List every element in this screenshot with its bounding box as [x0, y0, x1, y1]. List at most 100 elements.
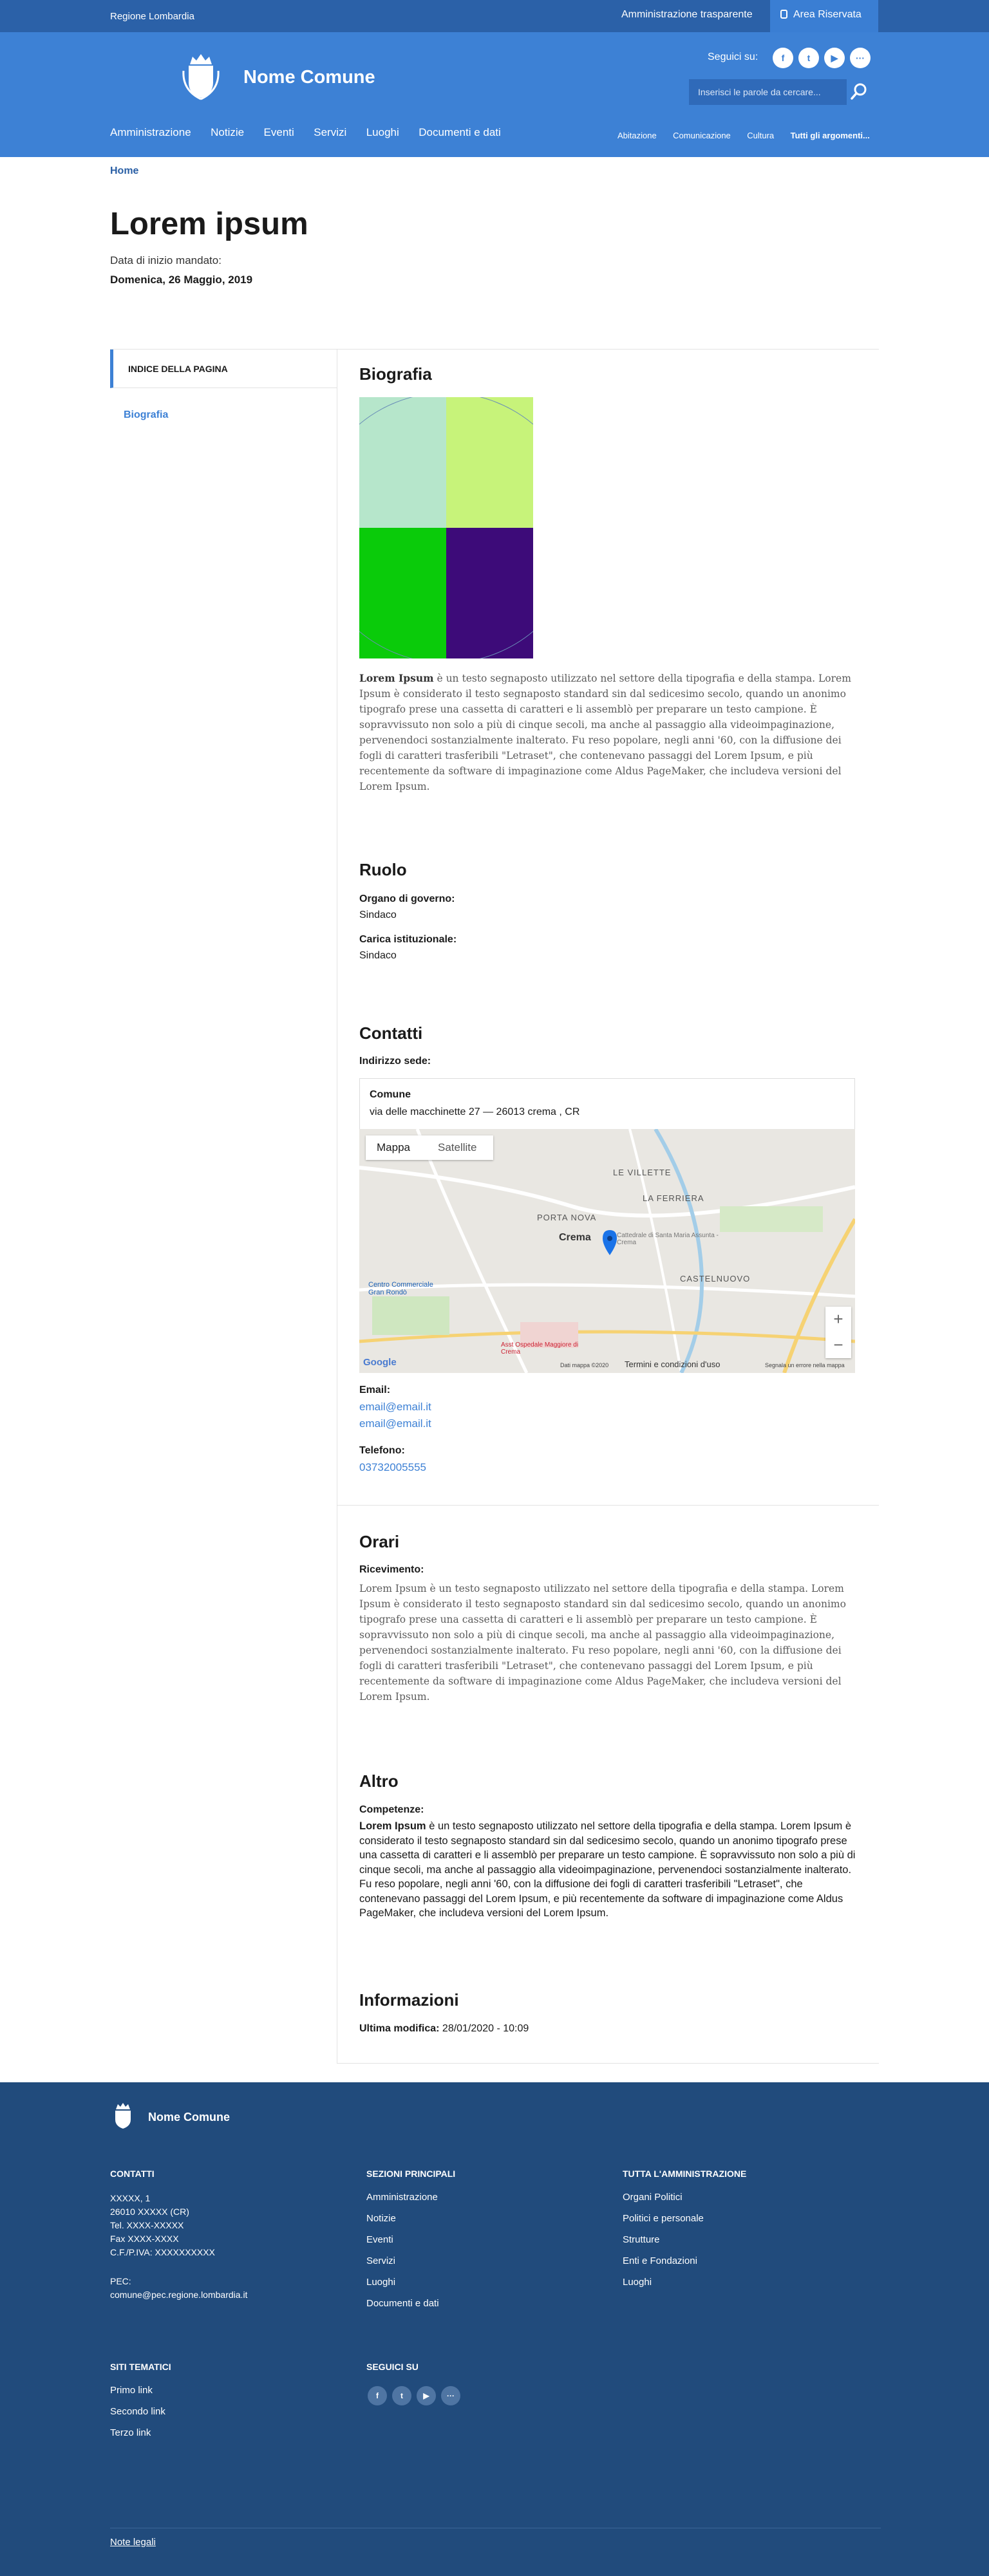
footer-contact-line-2: 26010 XXXXX (CR)	[110, 2207, 189, 2217]
footer-link-secondo[interactable]: Secondo link	[110, 2406, 165, 2417]
map-attribution: Dati mappa ©2020	[560, 1362, 609, 1368]
reception-label: Ricevimento:	[359, 1564, 424, 1575]
section-heading-biografia: Biografia	[359, 364, 432, 384]
footer-link-documenti[interactable]: Documenti e dati	[366, 2298, 439, 2309]
biography-text-body: è un testo segnaposto utilizzato nel set…	[359, 673, 851, 792]
skills-text-bold: Lorem Ipsum	[359, 1820, 426, 1832]
main-nav: Amministrazione Notizie Eventi Servizi L…	[110, 126, 518, 139]
phone-link[interactable]: 03732005555	[359, 1461, 426, 1474]
footer-link-politici-personale[interactable]: Politici e personale	[623, 2213, 704, 2224]
skills-text-body: è un testo segnaposto utilizzato nel set…	[359, 1820, 856, 1919]
topic-cultura[interactable]: Cultura	[747, 131, 774, 140]
location-map[interactable]: Mappa Satellite LE VILLETTE LA FERRIERA …	[359, 1129, 855, 1373]
section-divider	[337, 1505, 879, 1506]
map-canvas	[359, 1129, 855, 1373]
more-icon[interactable]: ···	[441, 2386, 460, 2405]
youtube-icon[interactable]: ▶	[417, 2386, 436, 2405]
footer-link-notizie[interactable]: Notizie	[366, 2213, 396, 2224]
nav-item-luoghi[interactable]: Luoghi	[366, 126, 399, 138]
legal-notes-link[interactable]: Note legali	[110, 2537, 156, 2548]
site-header: Nome Comune Seguici su: f t ▶ ··· Inseri…	[0, 32, 989, 157]
footer-heading-amministrazione: TUTTA L'AMMINISTRAZIONE	[623, 2169, 747, 2179]
footer-heading-contatti: CONTATTI	[110, 2169, 155, 2179]
map-zoom-controls: + −	[825, 1307, 851, 1358]
nav-item-amministrazione[interactable]: Amministrazione	[110, 126, 191, 138]
map-label-villette: LE VILLETTE	[613, 1168, 672, 1177]
index-link-biografia[interactable]: Biografia	[124, 409, 168, 421]
search-icon[interactable]	[849, 81, 869, 102]
topic-comunicazione[interactable]: Comunicazione	[673, 131, 731, 140]
transparent-admin-link[interactable]: Amministrazione trasparente	[621, 9, 753, 21]
phone-label: Telefono:	[359, 1445, 405, 1456]
email-label: Email:	[359, 1385, 391, 1395]
map-label-crema: Crema	[559, 1232, 591, 1243]
section-heading-ruolo: Ruolo	[359, 860, 407, 879]
more-icon[interactable]: ···	[850, 48, 871, 68]
biography-image	[359, 397, 533, 658]
footer-link-primo[interactable]: Primo link	[110, 2385, 153, 2396]
organ-value: Sindaco	[359, 910, 397, 920]
footer-link-strutture[interactable]: Strutture	[623, 2234, 660, 2245]
footer-heading-sezioni: SEZIONI PRINCIPALI	[366, 2169, 456, 2179]
footer-pec-label: PEC:	[110, 2276, 131, 2286]
youtube-icon[interactable]: ▶	[824, 48, 845, 68]
twitter-icon[interactable]: t	[392, 2386, 411, 2405]
footer-heading-siti: SITI TEMATICI	[110, 2362, 171, 2372]
last-modified-value: 28/01/2020 - 10:09	[439, 2023, 529, 2034]
footer-link-enti[interactable]: Enti e Fondazioni	[623, 2255, 697, 2266]
twitter-icon[interactable]: t	[798, 48, 819, 68]
zoom-in-button[interactable]: +	[825, 1307, 851, 1332]
biography-text-bold: Lorem Ipsum	[359, 672, 434, 684]
footer-contact-line-5: C.F./P.IVA: XXXXXXXXXX	[110, 2247, 215, 2257]
footer-logo[interactable]	[110, 2102, 136, 2130]
skills-label: Competenze:	[359, 1804, 424, 1815]
address-label: Indirizzo sede:	[359, 1056, 431, 1067]
map-report-link[interactable]: Segnala un errore nella mappa	[765, 1362, 845, 1368]
section-divider	[337, 2063, 879, 2064]
facebook-icon[interactable]: f	[773, 48, 793, 68]
nav-item-notizie[interactable]: Notizie	[211, 126, 244, 138]
email-link-2[interactable]: email@email.it	[359, 1417, 431, 1430]
facebook-icon[interactable]: f	[368, 2386, 387, 2405]
footer-heading-seguici: SEGUICI SU	[366, 2362, 419, 2372]
footer-link-eventi[interactable]: Eventi	[366, 2234, 393, 2245]
region-link[interactable]: Regione Lombardia	[110, 11, 194, 22]
organ-label: Organo di governo:	[359, 893, 455, 904]
map-tab-satellite[interactable]: Satellite	[438, 1135, 476, 1160]
reserved-area-button[interactable]: Area Riservata	[770, 0, 878, 32]
breadcrumb-home[interactable]: Home	[110, 165, 138, 177]
footer-pec-link[interactable]: comune@pec.regione.lombardia.it	[110, 2288, 247, 2302]
map-label-cattedrale: Cattedrale di Santa Maria Assunta - Crem…	[617, 1232, 719, 1246]
map-tab-map[interactable]: Mappa	[377, 1135, 410, 1160]
footer-contact-line-3: Tel. XXXX-XXXXX	[110, 2220, 184, 2230]
email-link-1[interactable]: email@email.it	[359, 1401, 431, 1414]
map-terms-link[interactable]: Termini e condizioni d'uso	[625, 1359, 720, 1369]
footer-link-amministrazione[interactable]: Amministrazione	[366, 2192, 438, 2203]
search-input[interactable]: Inserisci le parole da cercare...	[689, 79, 847, 105]
footer-link-luoghi-amm[interactable]: Luoghi	[623, 2277, 652, 2288]
nav-item-eventi[interactable]: Eventi	[264, 126, 294, 138]
footer-brand[interactable]: Nome Comune	[148, 2111, 230, 2124]
topic-all[interactable]: Tutti gli argomenti...	[791, 131, 870, 140]
zoom-out-button[interactable]: −	[825, 1332, 851, 1358]
section-heading-altro: Altro	[359, 1771, 399, 1791]
address-card: Comune via delle macchinette 27 — 26013 …	[359, 1078, 855, 1130]
nav-item-documenti[interactable]: Documenti e dati	[419, 126, 501, 138]
topics-nav: Abitazione Comunicazione Cultura Tutti g…	[604, 130, 870, 142]
footer-link-servizi[interactable]: Servizi	[366, 2255, 395, 2266]
footer-link-organi-politici[interactable]: Organi Politici	[623, 2192, 683, 2203]
footer-contact-line-4: Fax XXXX-XXXX	[110, 2234, 179, 2244]
place-address: via delle macchinette 27 — 26013 crema ,…	[370, 1106, 580, 1117]
nav-item-servizi[interactable]: Servizi	[314, 126, 346, 138]
footer-link-luoghi[interactable]: Luoghi	[366, 2277, 395, 2288]
map-label-porta-nova: PORTA NOVA	[537, 1213, 597, 1222]
page-index-title: INDICE DELLA PAGINA	[110, 350, 337, 388]
page-title: Lorem ipsum	[110, 207, 308, 241]
topic-abitazione[interactable]: Abitazione	[617, 131, 657, 140]
municipality-logo[interactable]	[182, 51, 220, 100]
map-type-switch: Mappa Satellite	[366, 1135, 493, 1160]
site-brand[interactable]: Nome Comune	[243, 67, 375, 88]
biography-text: Lorem Ipsum è un testo segnaposto utiliz…	[359, 671, 856, 794]
footer-link-terzo[interactable]: Terzo link	[110, 2427, 151, 2438]
place-name: Comune	[370, 1089, 411, 1100]
